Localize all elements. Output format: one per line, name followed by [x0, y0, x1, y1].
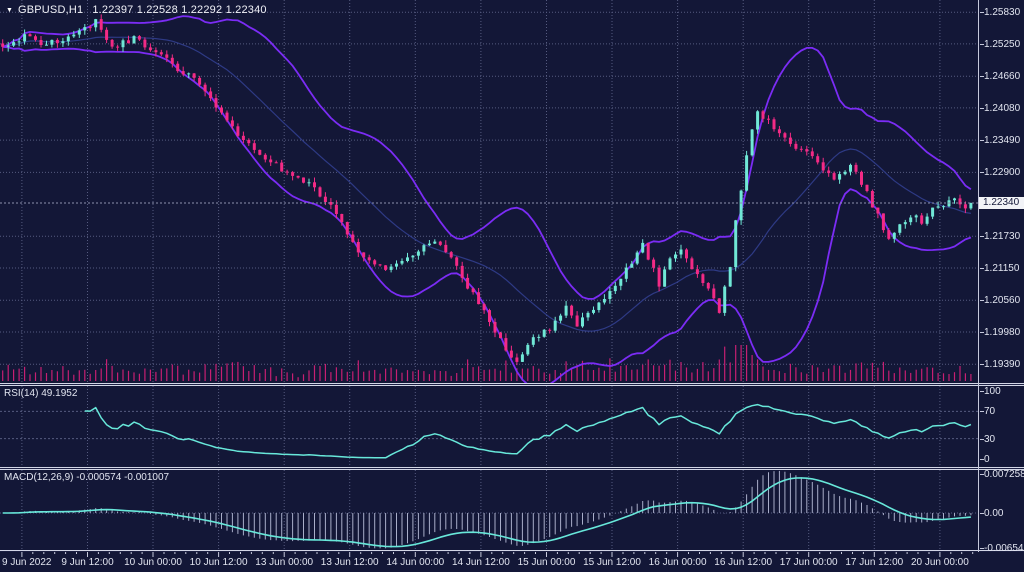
- time-tick-label: 20 Jun 00:00: [895, 557, 985, 568]
- symbol-label: GBPUSD,H1: [18, 4, 83, 16]
- rsi-canvas[interactable]: [0, 386, 978, 467]
- axis-tickmark: [980, 236, 984, 237]
- axis-tickmark: [980, 364, 984, 365]
- axis-tickmark: [980, 411, 984, 412]
- ohlc-readout: 1.22397 1.22528 1.22292 1.22340: [92, 4, 266, 16]
- price-tick-label: 1.20560: [984, 295, 1020, 306]
- price-axis[interactable]: 1.25830 1.25250 1.24660 1.24080 1.23490 1.229…: [979, 0, 1024, 552]
- price-tick-label: 1.25250: [984, 39, 1020, 50]
- price-tick-label: 1.19980: [984, 327, 1020, 338]
- axis-tickmark: [980, 140, 984, 141]
- axis-tickmark: [980, 474, 984, 475]
- axis-tickmark: [980, 12, 984, 13]
- macd-label: MACD(12,26,9) -0.000574 -0.001007: [4, 472, 169, 483]
- axis-tickmark: [980, 391, 984, 392]
- axis-tickmark: [980, 439, 984, 440]
- rsi-tick-label: 70: [984, 406, 995, 417]
- price-tick-label: 1.21150: [984, 263, 1019, 274]
- price-tick-label: 1.22900: [984, 167, 1020, 178]
- current-price-label: 1.22340: [979, 197, 1024, 209]
- axis-tickmark: [980, 268, 984, 269]
- price-tick-label: 1.21730: [984, 231, 1020, 242]
- rsi-label: RSI(14) 49.1952: [4, 388, 77, 399]
- axis-tickmark: [980, 548, 984, 549]
- macd-tick-label: 0.00: [984, 508, 1003, 519]
- chart-title: ▼ GBPUSD,H1 1.22397 1.22528 1.22292 1.22…: [6, 4, 267, 16]
- axis-tickmark: [980, 44, 984, 45]
- axis-tickmark: [980, 300, 984, 301]
- axis-tickmark: [980, 459, 984, 460]
- axis-tickmark: [980, 513, 984, 514]
- rsi-tick-label: 100: [984, 386, 1001, 397]
- price-tick-label: 1.24660: [984, 71, 1020, 82]
- rsi-tick-label: 30: [984, 434, 995, 445]
- panel-separator: [0, 383, 1024, 386]
- macd-tick-label: 0.007258: [984, 469, 1024, 480]
- axis-tickmark: [980, 76, 984, 77]
- panel-separator: [0, 467, 1024, 470]
- price-tick-label: 1.23490: [984, 135, 1020, 146]
- time-axis[interactable]: 9 Jun 20229 Jun 12:0010 Jun 00:0010 Jun …: [0, 552, 1024, 572]
- main-chart-canvas[interactable]: [0, 0, 978, 383]
- chart-window: ▼ GBPUSD,H1 1.22397 1.22528 1.22292 1.22…: [0, 0, 1024, 572]
- symbol-dropdown-icon[interactable]: ▼: [6, 7, 13, 14]
- rsi-tick-label: 0: [984, 454, 990, 465]
- axis-tickmark: [980, 332, 984, 333]
- price-tick-label: 1.19390: [984, 359, 1020, 370]
- price-tick-label: 1.24080: [984, 103, 1020, 114]
- axis-tickmark: [980, 108, 984, 109]
- axis-tickmark: [980, 172, 984, 173]
- price-tick-label: 1.25830: [984, 7, 1020, 18]
